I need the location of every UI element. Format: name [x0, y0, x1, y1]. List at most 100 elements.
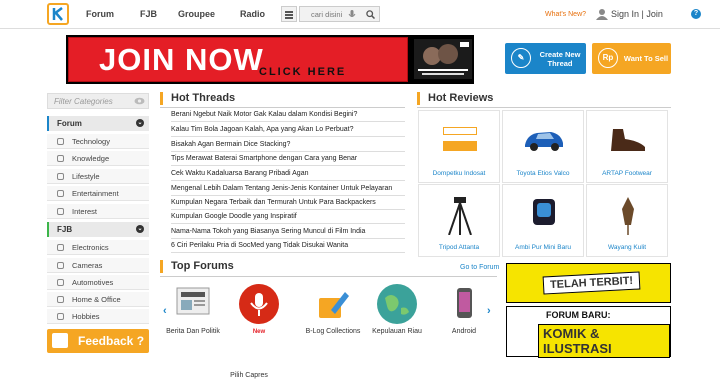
- rocket-icon: [57, 138, 64, 145]
- hamburger-menu-icon[interactable]: [281, 6, 297, 22]
- electronics-icon: [57, 244, 64, 251]
- wayang-image: [607, 195, 649, 235]
- sidebar-item-label: Lifestyle: [72, 172, 100, 181]
- thread-link[interactable]: Cek Waktu Kadaluarsa Barang Pribadi Agan: [171, 168, 405, 181]
- create-new-thread-button[interactable]: ✎ Create New Thread: [505, 43, 586, 74]
- lifestyle-icon: [57, 173, 64, 180]
- car-icon: [57, 279, 64, 286]
- review-card[interactable]: Ambi Pur Mini Baru: [502, 184, 584, 257]
- banner-red-area: JOIN NOW CLICK HERE: [68, 37, 408, 82]
- nav-fjb[interactable]: FJB: [140, 9, 157, 19]
- forum-label-text: Pilih Capres: [230, 372, 268, 379]
- review-label: Dompetku Indosat: [432, 170, 486, 177]
- sidebar-item-technology[interactable]: Technology: [47, 134, 149, 149]
- review-card[interactable]: Dompetku Indosat: [418, 110, 500, 183]
- divider: [417, 107, 671, 108]
- forum-komik-banner[interactable]: FORUM BARU: KOMIK & ILUSTRASI: [506, 306, 671, 358]
- review-label: ARTAP Footwear: [602, 170, 652, 177]
- sidebar-item-home-office[interactable]: Home & Office: [47, 292, 149, 307]
- help-icon[interactable]: ?: [691, 9, 701, 19]
- car-image: [523, 121, 565, 157]
- sidebar-item-interest[interactable]: Interest: [47, 204, 149, 219]
- sidebar-item-label: Interest: [72, 207, 98, 216]
- banner-warning-image: [414, 39, 472, 79]
- user-icon: [596, 9, 608, 20]
- eye-icon[interactable]: [134, 97, 145, 105]
- banner-join-now-text: JOIN NOW: [99, 42, 264, 77]
- sidebar-item-electronics[interactable]: Electronics: [47, 240, 149, 255]
- nav-groupee[interactable]: Groupee: [178, 9, 215, 19]
- sidebar-item-lifestyle[interactable]: Lifestyle: [47, 169, 149, 184]
- want-to-sell-button[interactable]: Rp Want To Sell: [592, 43, 671, 74]
- hobbies-icon: [57, 313, 64, 320]
- review-card[interactable]: ARTAP Footwear: [586, 110, 668, 183]
- camera-icon: [57, 262, 64, 269]
- review-card[interactable]: Toyota Etios Valco: [502, 110, 584, 183]
- category-fjb-header[interactable]: FJB ⌄: [47, 222, 149, 237]
- map-icon: [377, 284, 417, 324]
- komik-ilustrasi-text: KOMIK & ILUSTRASI: [538, 324, 670, 358]
- telah-terbit-banner[interactable]: TELAH TERBIT!: [506, 263, 671, 303]
- pencil-icon: ✎: [511, 48, 531, 68]
- hot-reviews-title: Hot Reviews: [417, 92, 493, 105]
- filter-categories-input[interactable]: Filter Categories: [47, 93, 149, 109]
- thread-link[interactable]: Berani Ngebut Naik Motor Gak Kalau dalam…: [171, 109, 405, 122]
- sidebar-item-label: Entertainment: [72, 189, 119, 198]
- sign-in-join-link[interactable]: Sign In | Join: [611, 9, 663, 19]
- top-navigation-bar: Forum FJB Groupee Radio cari disini What…: [0, 0, 720, 29]
- search-icon[interactable]: [366, 10, 375, 19]
- category-forum-header[interactable]: Forum ⌄: [47, 116, 149, 131]
- kaskus-logo[interactable]: [47, 3, 69, 25]
- forum-baru-text: FORUM BARU:: [546, 310, 611, 320]
- thread-link[interactable]: Bisakah Agan Bermain Dice Stacking?: [171, 139, 405, 152]
- thread-link[interactable]: Nama-Nama Tokoh yang Biasanya Sering Mun…: [171, 226, 405, 239]
- thread-link[interactable]: Kumpulan Google Doodle yang Inspiratif: [171, 211, 405, 224]
- thread-link[interactable]: 6 Ciri Perilaku Pria di SocMed yang Tida…: [171, 240, 405, 253]
- review-label: Tripod Attanta: [438, 244, 480, 251]
- microphone-icon: [239, 284, 279, 324]
- feedback-icon: [52, 333, 68, 348]
- interest-icon: [57, 208, 64, 215]
- hot-threads-title: Hot Threads: [160, 92, 235, 105]
- review-label: Toyota Etios Valco: [516, 170, 570, 177]
- thread-link[interactable]: Mengenal Lebih Dalam Tentang Jenis-Jenis…: [171, 183, 405, 196]
- feedback-button[interactable]: Feedback ?: [47, 329, 149, 353]
- review-label: Wayang Kulit: [607, 244, 647, 251]
- microphone-icon[interactable]: [348, 10, 356, 20]
- forum-item[interactable]: B-Log Collections: [302, 284, 364, 339]
- sidebar-item-automotives[interactable]: Automotives: [47, 275, 149, 290]
- lightbulb-icon: [57, 155, 64, 162]
- want-to-sell-label: Want To Sell: [623, 54, 669, 63]
- review-card[interactable]: Tripod Attanta: [418, 184, 500, 257]
- search-placeholder: cari disini: [311, 10, 343, 19]
- sidebar-item-knowledge[interactable]: Knowledge: [47, 151, 149, 166]
- forum-label: Pilih Capres New: [218, 328, 300, 379]
- forum-item[interactable]: Kepulauan Riau: [366, 284, 428, 339]
- forum-item[interactable]: Berita Dan Politik: [162, 284, 224, 339]
- banner-click-here-text: CLICK HERE: [259, 66, 347, 78]
- sidebar-item-cameras[interactable]: Cameras: [47, 258, 149, 273]
- divider: [160, 276, 497, 277]
- search-input[interactable]: cari disini: [299, 6, 380, 22]
- indosat-dompetku-image: [439, 121, 481, 157]
- home-icon: [57, 296, 64, 303]
- feedback-label: Feedback ?: [78, 334, 145, 348]
- review-card[interactable]: Wayang Kulit: [586, 184, 668, 257]
- sidebar-item-hobbies[interactable]: Hobbies: [47, 309, 149, 324]
- sidebar-item-label: Electronics: [72, 243, 109, 252]
- nav-radio[interactable]: Radio: [240, 9, 265, 19]
- whats-new-link[interactable]: What's New?: [545, 11, 586, 18]
- forum-item[interactable]: Android: [433, 284, 495, 339]
- sidebar-item-label: Automotives: [72, 278, 114, 287]
- thread-link[interactable]: Kalau Tim Bola Jagoan Kalah, Apa yang Ak…: [171, 124, 405, 137]
- top-forums-title: Top Forums: [160, 260, 234, 273]
- sidebar-item-entertainment[interactable]: Entertainment: [47, 186, 149, 201]
- sidebar-item-label: Hobbies: [72, 312, 100, 321]
- sidebar-item-label: Cameras: [72, 261, 103, 270]
- join-now-banner[interactable]: JOIN NOW CLICK HERE: [66, 35, 474, 84]
- nav-forum[interactable]: Forum: [86, 9, 114, 19]
- thread-link[interactable]: Kumpulan Negara Terbaik dan Termurah Unt…: [171, 197, 405, 210]
- thread-link[interactable]: Tips Merawat Baterai Smartphone dengan C…: [171, 153, 405, 166]
- forum-item[interactable]: Pilih Capres New: [228, 284, 290, 379]
- go-to-forum-link[interactable]: Go to Forum: [460, 264, 499, 271]
